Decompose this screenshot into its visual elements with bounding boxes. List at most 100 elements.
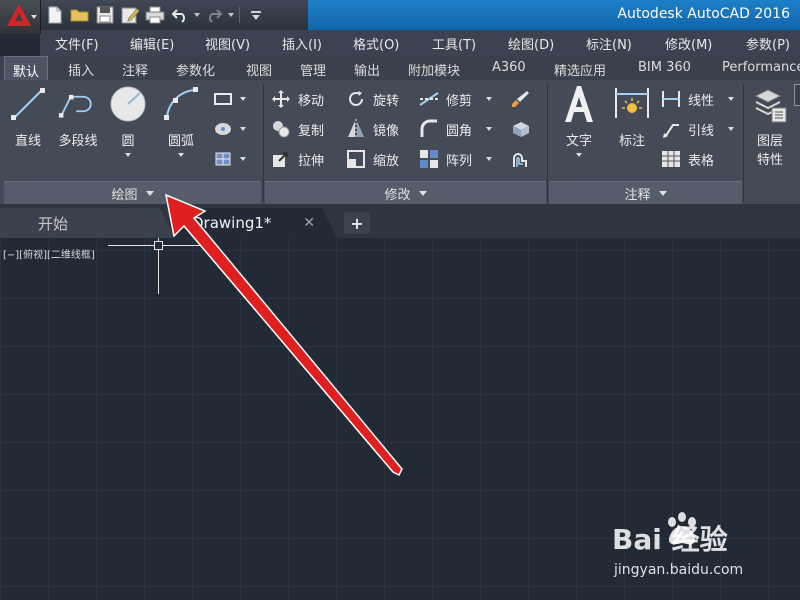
line-tool-button[interactable]: 直线	[6, 84, 50, 149]
tab-featured-apps[interactable]: 精选应用	[554, 60, 606, 79]
customize-qat-button[interactable]	[245, 4, 267, 26]
rectangle-tool-button[interactable]	[212, 88, 246, 110]
dimension-tool-button[interactable]: 标注	[610, 84, 654, 149]
application-menu-button[interactable]	[0, 0, 41, 34]
trim-dropdown-icon[interactable]	[486, 97, 493, 101]
redo-dropdown-icon[interactable]	[228, 13, 234, 17]
close-icon[interactable]: ✕	[303, 215, 315, 231]
modify-panel-footer[interactable]: 修改	[265, 181, 546, 204]
menu-draw[interactable]: 绘图(D)	[508, 34, 554, 53]
menu-modify[interactable]: 修改(M)	[665, 34, 712, 53]
rotate-tool-button[interactable]: 旋转	[345, 88, 399, 110]
tab-output[interactable]: 输出	[354, 60, 380, 79]
array-tool-button[interactable]: 阵列	[418, 148, 493, 170]
tab-insert[interactable]: 插入	[68, 60, 94, 79]
undo-dropdown-icon[interactable]	[194, 13, 200, 17]
table-icon	[662, 151, 680, 167]
tab-a360[interactable]: A360	[492, 60, 526, 75]
circle-dropdown-icon[interactable]	[125, 153, 131, 157]
text-a-icon	[565, 86, 593, 122]
tab-home[interactable]: 默认	[4, 56, 49, 80]
arc-tool-button[interactable]: 圆弧	[158, 84, 204, 157]
text-dropdown-icon[interactable]	[576, 153, 582, 157]
boundary-tool-button[interactable]	[212, 148, 246, 170]
menu-view[interactable]: 视图(V)	[205, 34, 250, 53]
annotation-panel-title: 注释	[624, 187, 651, 203]
autocad-logo-icon	[7, 4, 31, 26]
leader-dropdown-icon[interactable]	[728, 127, 735, 131]
trim-tool-button[interactable]: 修剪	[418, 88, 493, 110]
tab-performance[interactable]: Performance	[722, 60, 800, 75]
erase-tool-button[interactable]	[510, 88, 538, 110]
save-button[interactable]	[94, 4, 116, 26]
circle-tool-button[interactable]: 圆	[106, 84, 150, 157]
scale-tool-button[interactable]: 缩放	[345, 148, 399, 170]
layer-properties-button[interactable]: 图层 特性	[750, 84, 790, 168]
tab-annotate[interactable]: 注释	[122, 60, 148, 79]
explode-tool-button[interactable]	[510, 118, 538, 140]
offset-icon	[513, 153, 527, 167]
menu-file[interactable]: 文件(F)	[55, 34, 99, 53]
open-button[interactable]	[69, 4, 91, 26]
menu-bar: 文件(F) 编辑(E) 视图(V) 插入(I) 格式(O) 工具(T) 绘图(D…	[40, 30, 800, 57]
layer-properties-icon	[754, 89, 787, 123]
fillet-tool-label: 圆角	[446, 123, 473, 139]
tab-view[interactable]: 视图	[246, 60, 272, 79]
text-tool-button[interactable]: 文字	[556, 84, 602, 157]
table-tool-button[interactable]: 表格	[660, 148, 714, 170]
undo-button[interactable]	[169, 4, 191, 26]
linear-tool-label: 线性	[688, 93, 715, 109]
linear-dropdown-icon[interactable]	[728, 97, 735, 101]
arc-dropdown-icon[interactable]	[178, 153, 184, 157]
menu-tools[interactable]: 工具(T)	[432, 34, 476, 53]
move-tool-button[interactable]: 移动	[270, 88, 324, 110]
toolbar-divider	[239, 7, 240, 23]
copy-icon	[273, 121, 290, 138]
polyline-icon	[58, 94, 92, 118]
mirror-tool-button[interactable]: 镜像	[345, 118, 399, 140]
annotation-panel-footer[interactable]: 注释	[549, 181, 742, 204]
menu-edit[interactable]: 编辑(E)	[130, 34, 174, 53]
tab-addins[interactable]: 附加模块	[408, 60, 460, 79]
boundary-dropdown-icon[interactable]	[240, 157, 246, 161]
hatch-tool-button[interactable]	[212, 118, 246, 140]
circle-icon	[110, 86, 146, 122]
redo-button[interactable]	[203, 4, 225, 26]
tab-start[interactable]: 开始	[0, 208, 175, 238]
scale-icon	[347, 150, 365, 168]
menu-dimension[interactable]: 标注(N)	[586, 34, 632, 53]
layer-tool-label: 图层	[756, 134, 783, 149]
ribbon-panel-area: 直线 多段线 圆 圆弧 绘图 移动 旋转 修剪 复制 镜像 圆角 拉伸 缩放 阵…	[0, 80, 800, 204]
copy-tool-button[interactable]: 复制	[270, 118, 324, 140]
rectangle-dropdown-icon[interactable]	[240, 97, 246, 101]
new-tab-button[interactable]: +	[344, 212, 370, 234]
plus-icon: +	[350, 213, 364, 233]
save-as-button[interactable]	[119, 4, 141, 26]
menu-insert[interactable]: 插入(I)	[282, 34, 322, 53]
menu-parametric[interactable]: 参数(P)	[746, 34, 790, 53]
draw-panel-footer[interactable]: 绘图	[4, 181, 261, 204]
text-tool-label: 文字	[565, 134, 592, 149]
menu-format[interactable]: 格式(O)	[353, 34, 399, 53]
tab-manage[interactable]: 管理	[300, 60, 326, 79]
array-dropdown-icon[interactable]	[486, 157, 493, 161]
linear-dimension-button[interactable]: 线性	[660, 88, 735, 110]
hatch-dropdown-icon[interactable]	[240, 127, 246, 131]
print-button[interactable]	[144, 4, 166, 26]
polyline-tool-button[interactable]: 多段线	[52, 84, 104, 149]
watermark-url: jingyan.baidu.com	[614, 562, 744, 578]
tab-drawing1[interactable]: Drawing1* ✕	[172, 208, 337, 238]
leader-tool-button[interactable]: 引线	[660, 118, 735, 140]
offset-tool-button[interactable]	[510, 148, 538, 170]
tab-parametric[interactable]: 参数化	[176, 60, 215, 79]
layer-dropdown[interactable]	[794, 84, 800, 106]
tab-bim360[interactable]: BIM 360	[638, 60, 691, 75]
quick-access-toolbar	[44, 3, 267, 27]
viewport-controls[interactable]: [−][俯视][二维线框]	[3, 246, 95, 261]
trim-tool-label: 修剪	[446, 93, 473, 109]
chevron-down-icon	[145, 190, 154, 196]
stretch-tool-button[interactable]: 拉伸	[270, 148, 324, 170]
new-button[interactable]	[44, 4, 66, 26]
fillet-tool-button[interactable]: 圆角	[418, 118, 493, 140]
fillet-dropdown-icon[interactable]	[486, 127, 493, 131]
